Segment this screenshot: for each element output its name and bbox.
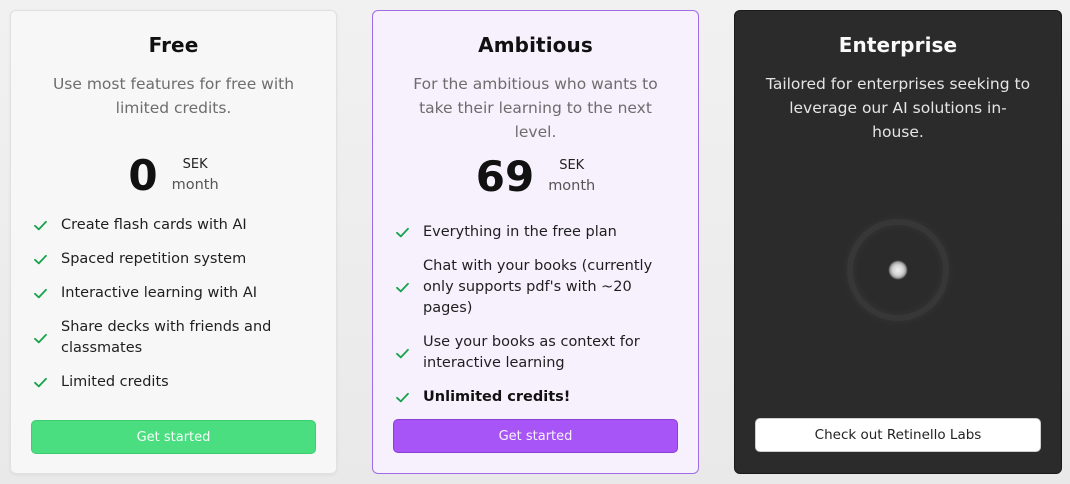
pricing-page: Free Use most features for free with lim… (0, 0, 1070, 484)
feature-item: Unlimited credits! (373, 387, 698, 408)
price-currency: SEK (182, 157, 208, 172)
feature-text: Use your books as context for interactiv… (423, 334, 640, 371)
plan-price: 0 SEK month (11, 147, 336, 203)
feature-item: Use your books as context for interactiv… (373, 332, 698, 374)
check-icon (395, 280, 410, 295)
feature-item: Everything in the free plan (373, 222, 698, 243)
feature-list: Everything in the free plan Chat with yo… (373, 222, 698, 421)
check-icon (395, 390, 410, 405)
check-icon (395, 346, 410, 361)
price-unit: SEK month (172, 155, 219, 195)
feature-text: Everything in the free plan (423, 224, 617, 240)
price-period: month (548, 178, 596, 194)
feature-text: Chat with your books (currently only sup… (423, 258, 653, 316)
check-icon (33, 286, 48, 301)
price-amount: 69 (475, 151, 535, 201)
feature-list: Create flash cards with AI Spaced repeti… (11, 215, 336, 406)
feature-item: Limited credits (11, 372, 336, 393)
check-icon (33, 218, 48, 233)
plan-title: Free (148, 33, 199, 57)
price-amount: 0 (128, 150, 158, 200)
plan-card-free: Free Use most features for free with lim… (10, 10, 337, 474)
check-out-retinello-labs-button[interactable]: Check out Retinello Labs (755, 418, 1041, 452)
plan-card-enterprise: Enterprise Tailored for enterprises seek… (734, 10, 1062, 474)
feature-text: Unlimited credits! (423, 389, 571, 405)
plan-price: 69 SEK month (373, 148, 698, 204)
feature-item: Share decks with friends and classmates (11, 317, 336, 359)
price-currency: SEK (559, 158, 585, 173)
spinner-dot (889, 261, 907, 279)
feature-item: Spaced repetition system (11, 249, 336, 270)
check-icon (395, 225, 410, 240)
feature-text: Share decks with friends and classmates (61, 319, 272, 356)
price-period: month (171, 177, 219, 193)
get-started-button-ambitious[interactable]: Get started (393, 419, 678, 453)
loading-spinner-icon (843, 215, 953, 325)
feature-text: Interactive learning with AI (61, 285, 258, 301)
feature-item: Interactive learning with AI (11, 283, 336, 304)
plan-description: Tailored for enterprises seeking to leve… (765, 75, 1031, 141)
check-icon (33, 252, 48, 267)
plan-title: Ambitious (478, 33, 593, 57)
plan-description: Use most features for free with limited … (52, 75, 295, 117)
check-icon (33, 375, 48, 390)
feature-item: Create flash cards with AI (11, 215, 336, 236)
check-icon (33, 331, 48, 346)
price-unit: SEK month (548, 156, 595, 196)
plan-description: For the ambitious who wants to take thei… (413, 75, 658, 141)
feature-text: Limited credits (61, 374, 169, 390)
plan-card-ambitious: Ambitious For the ambitious who wants to… (372, 10, 699, 474)
get-started-button-free[interactable]: Get started (31, 420, 316, 454)
feature-text: Spaced repetition system (61, 251, 247, 267)
feature-text: Create flash cards with AI (61, 217, 247, 233)
feature-item: Chat with your books (currently only sup… (373, 256, 698, 319)
plan-title: Enterprise (838, 33, 958, 57)
